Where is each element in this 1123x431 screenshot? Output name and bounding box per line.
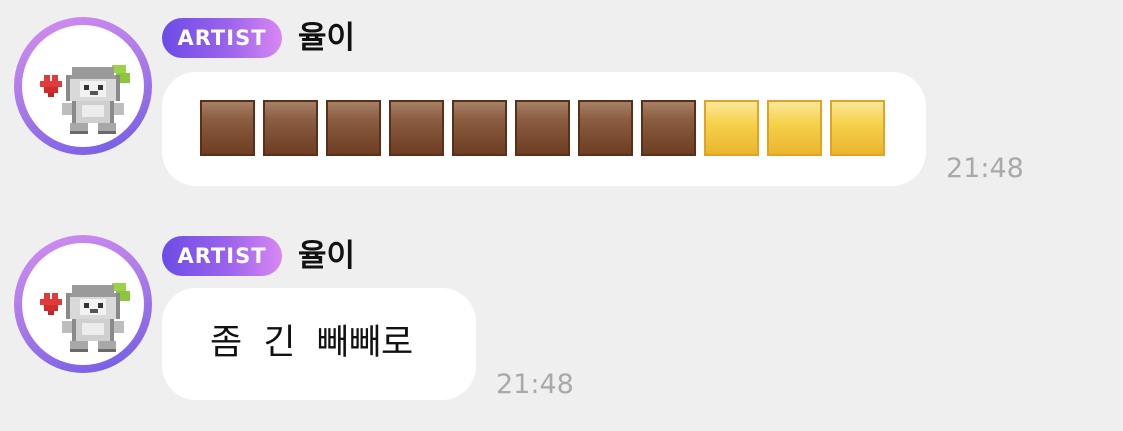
brown-square-icon xyxy=(200,100,255,156)
message-timestamp: 21:48 xyxy=(496,369,574,400)
sender-name[interactable]: 율이 xyxy=(298,16,355,60)
yellow-square-icon xyxy=(704,100,759,156)
brown-square-icon xyxy=(452,100,507,156)
brown-square-icon xyxy=(641,100,696,156)
sender-name[interactable]: 율이 xyxy=(298,234,355,278)
avatar[interactable] xyxy=(14,17,152,155)
brown-square-icon xyxy=(578,100,633,156)
artist-badge: ARTIST xyxy=(162,18,282,58)
message-text: 좀 긴 빼빼로 xyxy=(210,323,414,363)
yellow-square-icon xyxy=(767,100,822,156)
brown-square-icon xyxy=(263,100,318,156)
yellow-square-icon xyxy=(830,100,885,156)
emoji-block-row xyxy=(200,100,885,156)
brown-square-icon xyxy=(389,100,444,156)
pixel-dog-avatar-icon xyxy=(22,25,144,147)
chat-message: ARTIST 율이 21:48 xyxy=(0,0,1123,200)
message-bubble[interactable]: 좀 긴 빼빼로 xyxy=(162,288,476,400)
pixel-dog-avatar-icon xyxy=(22,243,144,365)
brown-square-icon xyxy=(326,100,381,156)
brown-square-icon xyxy=(515,100,570,156)
message-timestamp: 21:48 xyxy=(946,153,1024,184)
chat-message: ARTIST 율이 좀 긴 빼빼로 21:48 xyxy=(0,218,1123,418)
message-bubble[interactable] xyxy=(162,72,926,186)
avatar[interactable] xyxy=(14,235,152,373)
artist-badge: ARTIST xyxy=(162,236,282,276)
